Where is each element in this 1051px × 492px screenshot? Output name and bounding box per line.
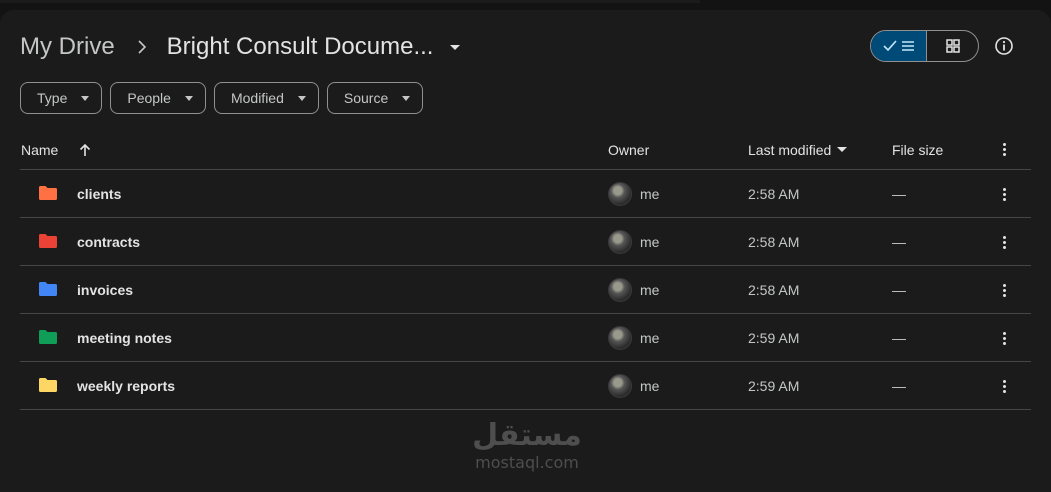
more-options-icon[interactable] (998, 314, 1010, 362)
file-table: Name Owner Last modified File size clien… (20, 130, 1031, 410)
last-modified: 2:58 AM (748, 282, 800, 298)
column-last-modified-label: Last modified (748, 141, 832, 158)
owner-label: me (640, 234, 660, 250)
watermark-arabic: مستقل (472, 418, 582, 453)
list-view-button[interactable] (871, 31, 926, 61)
avatar (608, 374, 632, 398)
column-file-size[interactable]: File size (892, 142, 943, 158)
chevron-right-icon (127, 30, 157, 64)
list-icon (901, 41, 914, 51)
filter-people[interactable]: People (110, 82, 206, 114)
watermark: مستقل mostaql.com (462, 418, 592, 472)
column-name[interactable]: Name (21, 142, 91, 158)
folder-icon (39, 282, 57, 296)
view-toggle (870, 30, 979, 62)
table-row[interactable]: contracts me 2:58 AM — (20, 218, 1031, 266)
owner-label: me (640, 186, 660, 202)
more-options-icon[interactable] (998, 362, 1010, 410)
column-name-label: Name (21, 141, 59, 158)
filter-label: Modified (230, 90, 284, 106)
avatar (608, 326, 632, 350)
breadcrumb-my-drive[interactable]: My Drive (20, 33, 115, 61)
file-name[interactable]: meeting notes (77, 330, 172, 346)
more-options-icon[interactable] (998, 130, 1010, 170)
table-row[interactable]: clients me 2:58 AM — (20, 170, 1031, 218)
table-row[interactable]: meeting notes me 2:59 AM — (20, 314, 1031, 362)
info-button[interactable] (990, 32, 1018, 60)
column-last-modified[interactable]: Last modified (748, 141, 848, 158)
filter-label: People (127, 90, 171, 106)
grid-view-button[interactable] (926, 31, 978, 61)
avatar (608, 278, 632, 302)
caret-down-icon[interactable] (449, 30, 461, 64)
filter-modified[interactable]: Modified (213, 82, 319, 114)
owner-label: me (640, 282, 660, 298)
arrow-up-icon (80, 143, 91, 156)
avatar (608, 230, 632, 254)
more-options-icon[interactable] (998, 266, 1010, 314)
table-row[interactable]: weekly reports me 2:59 AM — (20, 362, 1031, 410)
filter-bar: Type People Modified Source (20, 82, 424, 114)
more-options-icon[interactable] (998, 170, 1010, 218)
file-name[interactable]: weekly reports (77, 378, 175, 394)
file-size: — (892, 234, 906, 250)
file-size: — (892, 282, 906, 298)
file-name[interactable]: invoices (77, 282, 133, 298)
top-bar (0, 0, 700, 3)
caret-down-icon (184, 95, 193, 101)
top-strip (0, 0, 1051, 10)
caret-down-icon (297, 95, 306, 101)
info-icon (995, 37, 1013, 55)
file-name[interactable]: clients (77, 186, 121, 202)
file-name[interactable]: contracts (77, 234, 140, 250)
owner-label: me (640, 330, 660, 346)
caret-down-icon (81, 95, 90, 101)
breadcrumb-current-folder[interactable]: Bright Consult Docume... (167, 33, 434, 61)
filter-type[interactable]: Type (20, 82, 103, 114)
filter-label: Source (343, 90, 389, 106)
last-modified: 2:58 AM (748, 234, 800, 250)
filter-label: Type (37, 90, 68, 106)
breadcrumb: My Drive Bright Consult Docume... (20, 30, 461, 64)
watermark-latin: mostaql.com (475, 453, 579, 472)
folder-icon (39, 234, 57, 248)
file-size: — (892, 330, 906, 346)
grid-icon (945, 39, 960, 53)
column-owner[interactable]: Owner (608, 142, 649, 158)
table-row[interactable]: invoices me 2:58 AM — (20, 266, 1031, 314)
folder-icon (39, 378, 57, 392)
sort-desc-icon (837, 146, 848, 152)
last-modified: 2:59 AM (748, 330, 800, 346)
avatar (608, 182, 632, 206)
table-header: Name Owner Last modified File size (20, 130, 1031, 170)
owner-label: me (640, 378, 660, 394)
file-size: — (892, 378, 906, 394)
folder-icon (39, 186, 57, 200)
folder-icon (39, 330, 57, 344)
caret-down-icon (402, 95, 411, 101)
last-modified: 2:58 AM (748, 186, 800, 202)
check-icon (882, 40, 897, 52)
file-size: — (892, 186, 906, 202)
last-modified: 2:59 AM (748, 378, 800, 394)
filter-source[interactable]: Source (326, 82, 424, 114)
more-options-icon[interactable] (998, 218, 1010, 266)
